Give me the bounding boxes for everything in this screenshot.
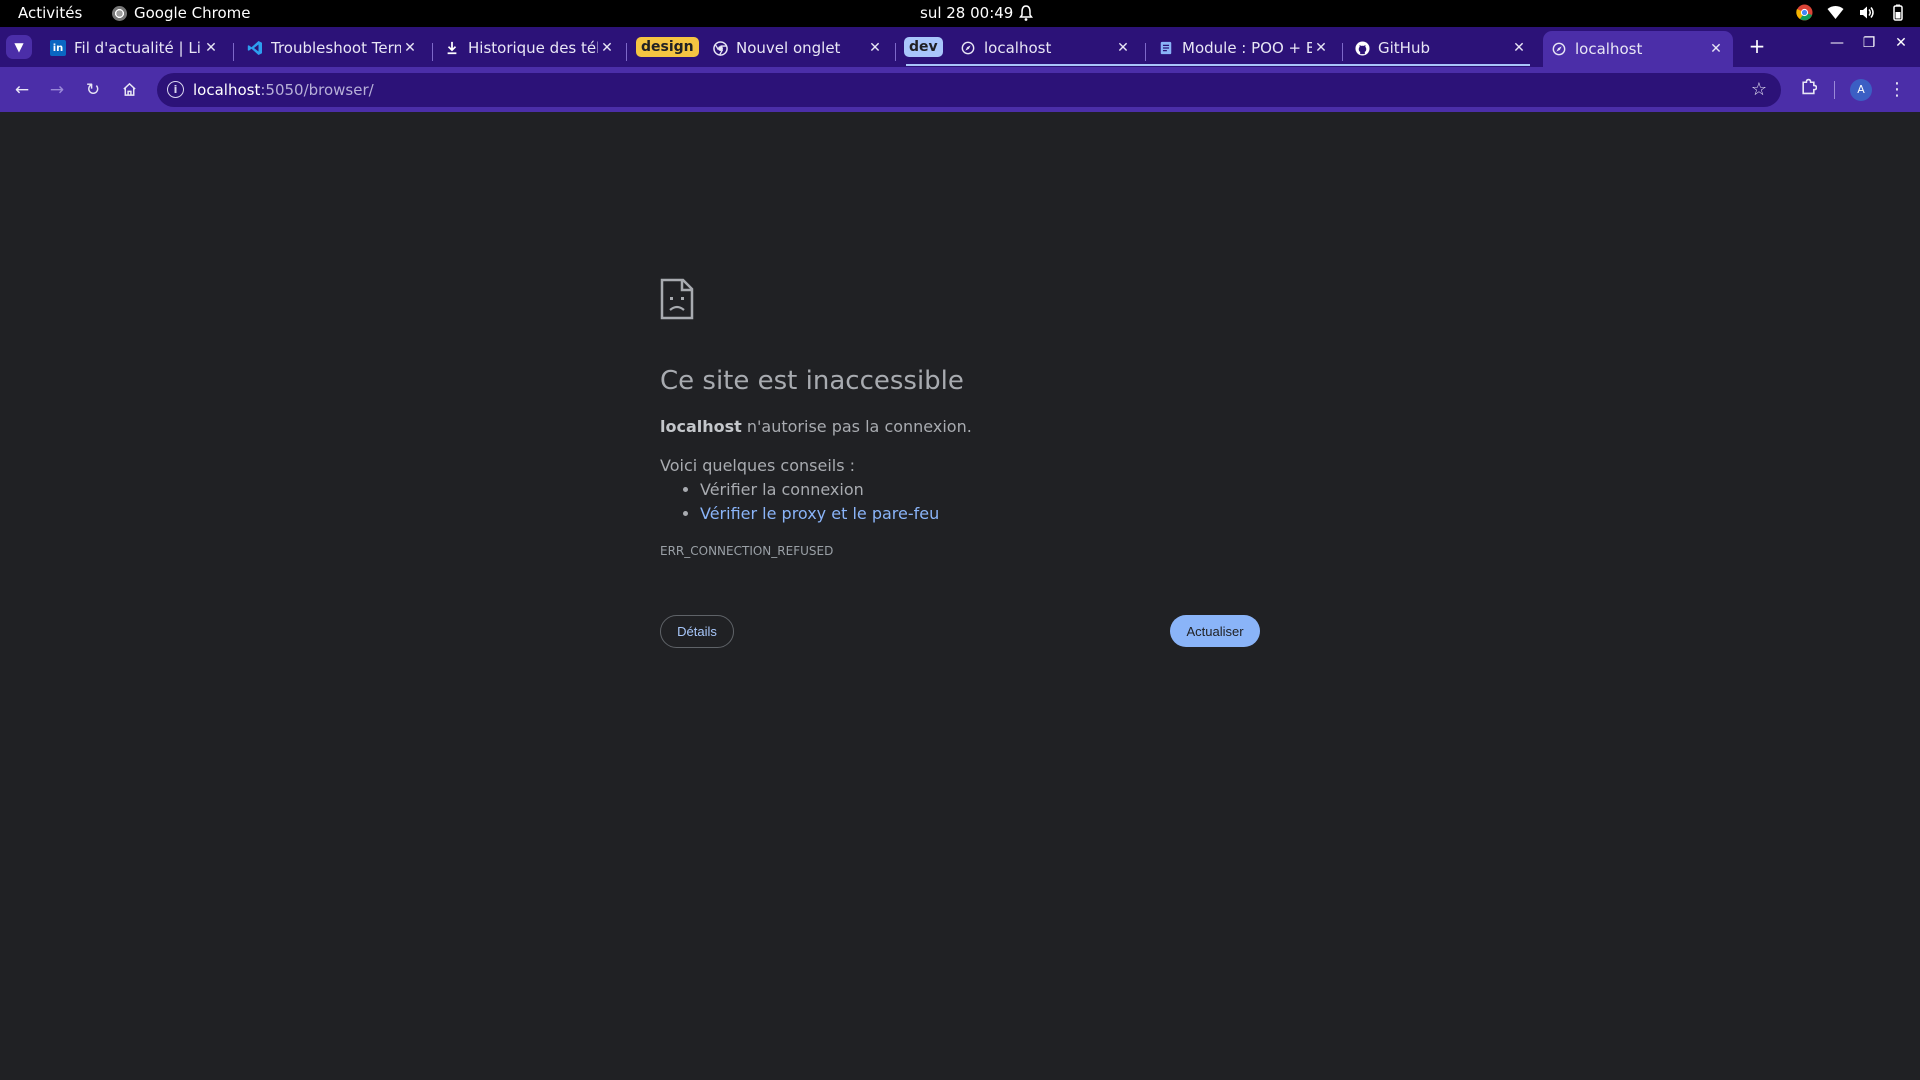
clock[interactable]: sul 28 00:49 — [920, 4, 1013, 22]
tab-localhost-active[interactable]: localhost ✕ — [1543, 31, 1733, 67]
tab-separator — [1145, 43, 1146, 61]
bell-icon — [1019, 5, 1033, 21]
profile-avatar[interactable]: A — [1850, 79, 1872, 101]
chevron-down-icon: ▼ — [14, 40, 24, 54]
tab-localhost-1[interactable]: localhost ✕ — [956, 32, 1136, 64]
sad-document-icon — [660, 278, 694, 320]
tab-separator — [895, 43, 896, 61]
extensions-icon[interactable] — [1797, 78, 1819, 100]
close-icon[interactable]: ✕ — [202, 40, 220, 56]
volume-icon — [1858, 4, 1875, 21]
tab-label: Historique des télé — [468, 39, 598, 57]
tab-label: GitHub — [1378, 39, 1430, 57]
tab-separator — [432, 43, 433, 61]
tab-label: Fil d'actualité | Lin — [74, 39, 202, 57]
tab-github[interactable]: GitHub ✕ — [1350, 32, 1532, 64]
tab-separator — [626, 43, 627, 61]
github-icon — [1354, 40, 1370, 56]
close-icon[interactable]: ✕ — [1707, 41, 1725, 57]
tab-linkedin[interactable]: in Fil d'actualité | Lin ✕ — [46, 32, 224, 64]
close-icon[interactable]: ✕ — [1114, 40, 1132, 56]
reload-page-button[interactable]: Actualiser — [1170, 615, 1260, 647]
new-tab-button[interactable]: + — [1744, 35, 1770, 59]
tab-troubleshoot[interactable]: Troubleshoot Term ✕ — [243, 32, 423, 64]
tab-label: localhost — [1575, 40, 1643, 58]
bookmark-star-icon[interactable]: ☆ — [1751, 79, 1767, 100]
error-page: Ce site est inaccessible localhost n'aut… — [0, 112, 1920, 1080]
vscode-icon — [247, 40, 263, 56]
tab-label: Troubleshoot Term — [271, 39, 401, 57]
tips-list: Vérifier la connexion Vérifier le proxy … — [700, 480, 939, 528]
tab-group-dev-underline — [906, 64, 1530, 66]
site-info-icon[interactable]: i — [167, 81, 184, 98]
details-button[interactable]: Détails — [660, 615, 734, 648]
tab-module-poo[interactable]: Module : POO + BD ✕ — [1154, 32, 1334, 64]
tip-check-proxy-link[interactable]: Vérifier le proxy et le pare-feu — [700, 504, 939, 523]
tab-separator — [233, 43, 234, 61]
toolbar-divider — [1834, 81, 1835, 99]
tip-check-connection: Vérifier la connexion — [700, 480, 864, 499]
home-button[interactable] — [117, 78, 141, 102]
browser-toolbar: ← → ↻ i localhost:5050/browser/ ☆ A ⋮ — [0, 67, 1920, 112]
tab-label: Module : POO + BD — [1182, 39, 1312, 57]
url-path: :5050/browser/ — [260, 81, 374, 99]
tab-strip: ▼ in Fil d'actualité | Lin ✕ Troubleshoo… — [0, 27, 1920, 67]
close-icon[interactable]: ✕ — [401, 40, 419, 56]
tab-search-button[interactable]: ▼ — [6, 35, 32, 59]
download-icon — [444, 40, 460, 56]
tab-label: Nouvel onglet — [736, 39, 841, 57]
wifi-icon — [1827, 4, 1844, 21]
close-icon[interactable]: ✕ — [866, 40, 884, 56]
error-message: localhost n'autorise pas la connexion. — [660, 417, 972, 436]
error-title: Ce site est inaccessible — [660, 366, 964, 396]
globe-icon — [1551, 41, 1567, 57]
app-name: Google Chrome — [134, 4, 251, 22]
tab-downloads[interactable]: Historique des télé ✕ — [440, 32, 620, 64]
tab-label: localhost — [984, 39, 1052, 57]
minimize-button[interactable]: — — [1826, 35, 1848, 51]
system-tray[interactable] — [1796, 4, 1906, 21]
home-icon — [122, 82, 136, 96]
battery-icon — [1889, 4, 1906, 21]
globe-icon — [960, 40, 976, 56]
tab-group-design[interactable]: design — [636, 37, 699, 57]
more-menu-icon[interactable]: ⋮ — [1888, 78, 1906, 102]
chrome-icon — [712, 40, 728, 56]
tab-new-tab[interactable]: Nouvel onglet ✕ — [708, 32, 888, 64]
error-host: localhost — [660, 417, 742, 436]
tab-separator — [1342, 43, 1343, 61]
forward-button[interactable]: → — [45, 78, 69, 102]
tips-heading: Voici quelques conseils : — [660, 456, 856, 475]
url-host: localhost — [193, 81, 261, 99]
tip-item: Vérifier le proxy et le pare-feu — [700, 504, 939, 528]
reload-button[interactable]: ↻ — [81, 78, 105, 102]
activities-button[interactable]: Activités — [18, 4, 82, 22]
tip-item: Vérifier la connexion — [700, 480, 939, 504]
restore-button[interactable]: ❐ — [1858, 35, 1880, 51]
chrome-icon — [112, 5, 127, 21]
chrome-tray-icon[interactable] — [1796, 4, 1813, 21]
error-code: ERR_CONNECTION_REFUSED — [660, 544, 834, 558]
tab-group-dev[interactable]: dev — [904, 37, 943, 57]
error-message-text: n'autorise pas la connexion. — [741, 417, 972, 436]
close-icon[interactable]: ✕ — [1510, 40, 1528, 56]
url-text[interactable]: localhost:5050/browser/ — [193, 81, 374, 99]
back-button[interactable]: ← — [10, 78, 34, 102]
app-menu[interactable]: Google Chrome — [112, 4, 251, 22]
docs-icon — [1158, 40, 1174, 56]
close-window-button[interactable]: ✕ — [1890, 35, 1912, 51]
linkedin-icon: in — [50, 40, 66, 56]
close-icon[interactable]: ✕ — [598, 40, 616, 56]
close-icon[interactable]: ✕ — [1312, 40, 1330, 56]
system-top-bar: Activités Google Chrome sul 28 00:49 — [0, 0, 1920, 27]
address-bar[interactable]: i localhost:5050/browser/ ☆ — [157, 73, 1781, 107]
